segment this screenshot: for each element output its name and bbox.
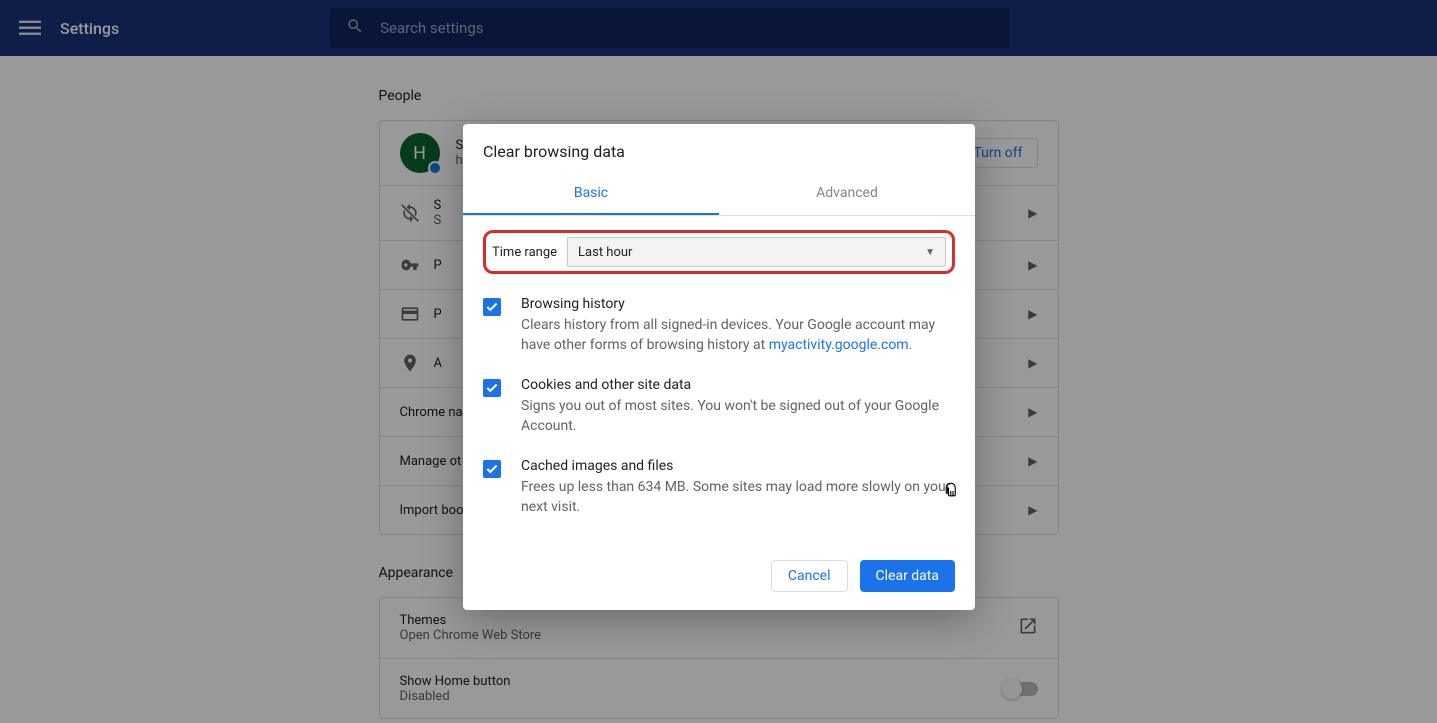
item-title: Cached images and files <box>521 458 955 474</box>
item-title: Browsing history <box>521 296 955 312</box>
time-range-select[interactable]: Last hour ▼ <box>567 237 946 267</box>
cache-checkbox[interactable] <box>483 460 501 478</box>
time-range-value: Last hour <box>578 245 632 260</box>
tab-advanced[interactable]: Advanced <box>719 175 975 215</box>
dialog-title: Clear browsing data <box>463 124 975 175</box>
browsing-history-item: Browsing history Clears history from all… <box>483 296 955 355</box>
myactivity-link[interactable]: myactivity.google.com <box>769 337 909 353</box>
dialog-tabs: Basic Advanced <box>463 175 975 216</box>
cookies-checkbox[interactable] <box>483 379 501 397</box>
tab-basic[interactable]: Basic <box>463 175 719 215</box>
time-range-highlight: Time range Last hour ▼ <box>483 230 955 274</box>
item-title: Cookies and other site data <box>521 377 955 393</box>
clear-browsing-dialog: Clear browsing data Basic Advanced Time … <box>463 124 975 610</box>
desc-suffix: . <box>909 337 913 353</box>
cancel-button[interactable]: Cancel <box>771 560 848 592</box>
item-desc: Frees up less than 634 MB. Some sites ma… <box>521 478 955 517</box>
item-desc: Signs you out of most sites. You won't b… <box>521 397 955 436</box>
browsing-history-checkbox[interactable] <box>483 298 501 316</box>
item-desc: Clears history from all signed-in device… <box>521 316 955 355</box>
cache-item: Cached images and files Frees up less th… <box>483 458 955 517</box>
cookies-item: Cookies and other site data Signs you ou… <box>483 377 955 436</box>
chevron-down-icon: ▼ <box>925 247 935 258</box>
clear-data-button[interactable]: Clear data <box>860 560 955 592</box>
time-range-label: Time range <box>492 245 557 260</box>
